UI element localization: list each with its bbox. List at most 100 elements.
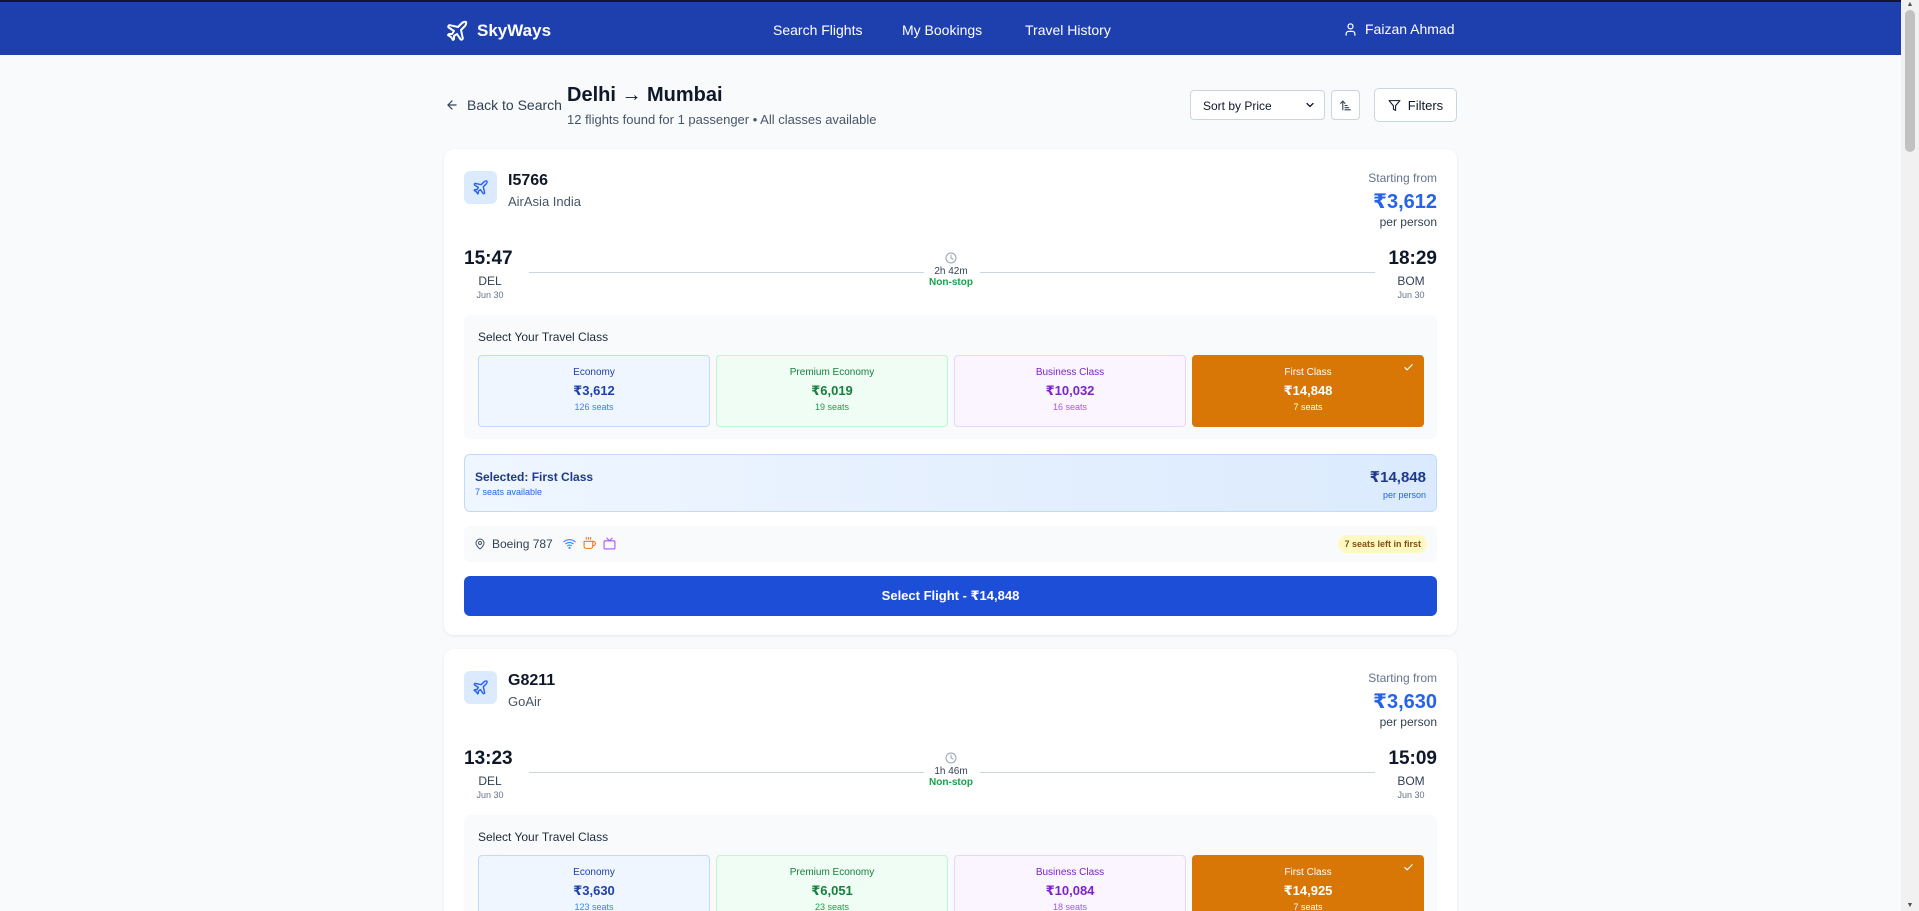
select-flight-button[interactable]: Select Flight - ₹14,848 xyxy=(464,576,1437,616)
airline-name: GoAir xyxy=(508,694,542,709)
flight-card: G8211 GoAir Starting from ₹3,630 per per… xyxy=(444,649,1457,911)
class-option-first[interactable]: First Class ₹14,925 7 seats xyxy=(1192,855,1424,911)
stops-label: Non-stop xyxy=(929,777,973,788)
wifi-icon xyxy=(563,539,576,549)
airline-name: AirAsia India xyxy=(508,194,581,209)
starting-from-label: Starting from xyxy=(1368,171,1437,185)
class-name: Business Class xyxy=(1035,867,1105,878)
clock-icon xyxy=(945,752,957,764)
scrollbar-thumb[interactable] xyxy=(1905,10,1915,152)
departure-airport: DEL xyxy=(478,774,502,788)
nav-travel-history[interactable]: Travel History xyxy=(1025,22,1111,38)
map-pin-icon xyxy=(475,538,485,550)
class-option-economy[interactable]: Economy ₹3,612 126 seats xyxy=(478,355,710,427)
flight-number: I5766 xyxy=(508,172,549,189)
arrival-airport: BOM xyxy=(1397,774,1425,788)
departure-time: 15:47 xyxy=(464,248,513,269)
starting-price: ₹3,612 xyxy=(1373,191,1437,213)
selected-class-seats: 7 seats available xyxy=(475,487,543,497)
stops-label: Non-stop xyxy=(929,277,973,288)
arrival-date: Jun 30 xyxy=(1397,290,1425,300)
back-label: Back to Search xyxy=(467,97,562,113)
seats-left-badge: 7 seats left in first xyxy=(1338,535,1427,553)
aircraft-type: Boeing 787 xyxy=(492,537,553,551)
flight-number: G8211 xyxy=(508,672,556,689)
class-seats: 23 seats xyxy=(814,902,850,911)
chevron-down-icon xyxy=(1306,102,1314,108)
page-title: Delhi → Mumbai xyxy=(567,84,723,106)
class-price: ₹3,630 xyxy=(573,883,615,898)
plane-icon xyxy=(447,20,468,41)
filter-icon xyxy=(1388,99,1401,111)
sort-direction-button[interactable] xyxy=(1331,90,1360,120)
class-price: ₹6,019 xyxy=(811,383,853,398)
class-name: First Class xyxy=(1284,867,1332,878)
class-option-business[interactable]: Business Class ₹10,032 16 seats xyxy=(954,355,1186,427)
class-seats: 19 seats xyxy=(814,402,850,412)
class-option-first[interactable]: First Class ₹14,848 7 seats xyxy=(1192,355,1424,427)
class-option-economy[interactable]: Economy ₹3,630 123 seats xyxy=(478,855,710,911)
sort-select-value: Sort by Price xyxy=(1203,99,1272,113)
per-person-label: per person xyxy=(1382,490,1426,500)
aircraft-info: Boeing 787 xyxy=(474,537,553,551)
scroll-down-arrow-icon[interactable]: ▼ xyxy=(1905,902,1915,910)
airline-logo xyxy=(464,671,497,704)
airline-logo xyxy=(464,171,497,204)
class-option-premium-economy[interactable]: Premium Economy ₹6,019 19 seats xyxy=(716,355,948,427)
class-price: ₹14,925 xyxy=(1283,883,1333,898)
class-seats: 123 seats xyxy=(574,902,614,911)
class-name: Premium Economy xyxy=(789,867,875,878)
flight-card: I5766 AirAsia India Starting from ₹3,612… xyxy=(444,149,1457,635)
tv-icon xyxy=(603,537,616,550)
departure-time: 13:23 xyxy=(464,748,513,769)
scroll-up-arrow-icon[interactable]: ▲ xyxy=(1905,1,1915,9)
travel-class-panel: Select Your Travel Class Economy ₹3,612 … xyxy=(464,315,1437,439)
nav-search-flights[interactable]: Search Flights xyxy=(773,22,862,38)
starting-price: ₹3,630 xyxy=(1373,691,1437,713)
coffee-icon xyxy=(583,537,596,549)
route-line xyxy=(529,772,924,773)
route-line xyxy=(980,272,1375,273)
duration-block: 2h 42m Non-stop xyxy=(921,252,981,288)
brand-name: SkyWays xyxy=(477,21,552,40)
duration-block: 1h 46m Non-stop xyxy=(921,752,981,788)
user-name: Faizan Ahmad xyxy=(1365,21,1455,37)
class-price: ₹3,612 xyxy=(573,383,615,398)
route-line xyxy=(980,772,1375,773)
brand-logo[interactable]: SkyWays xyxy=(445,19,551,43)
route-line xyxy=(529,272,924,273)
class-option-premium-economy[interactable]: Premium Economy ₹6,051 23 seats xyxy=(716,855,948,911)
class-price: ₹10,032 xyxy=(1045,383,1095,398)
arrow-left-icon xyxy=(447,100,457,110)
selected-class-price: ₹14,848 xyxy=(1369,469,1426,486)
user-menu[interactable]: Faizan Ahmad xyxy=(1343,21,1455,37)
plane-icon xyxy=(473,680,488,695)
sort-select[interactable]: Sort by Price xyxy=(1190,90,1325,120)
arrival-time: 18:29 xyxy=(1388,248,1437,269)
departure-date: Jun 30 xyxy=(476,790,504,800)
selected-class-summary: Selected: First Class 7 seats available … xyxy=(464,454,1437,512)
departure-date: Jun 30 xyxy=(476,290,504,300)
class-seats: 7 seats xyxy=(1293,902,1323,911)
filters-label: Filters xyxy=(1407,97,1444,113)
class-name: Premium Economy xyxy=(789,367,875,378)
travel-class-panel: Select Your Travel Class Economy ₹3,630 … xyxy=(464,815,1437,911)
starting-from-label: Starting from xyxy=(1368,671,1437,685)
arrival-date: Jun 30 xyxy=(1397,790,1425,800)
flight-info-bar: Boeing 787 7 seats left in first xyxy=(464,526,1437,562)
sort-ascending-icon xyxy=(1340,100,1351,110)
class-seats: 16 seats xyxy=(1052,402,1088,412)
class-option-business[interactable]: Business Class ₹10,084 18 seats xyxy=(954,855,1186,911)
back-to-search-link[interactable]: Back to Search xyxy=(445,97,562,113)
class-seats: 126 seats xyxy=(574,402,614,412)
class-name: Economy xyxy=(573,867,615,878)
top-navbar: SkyWays Search Flights My Bookings Trave… xyxy=(0,0,1901,55)
class-seats: 7 seats xyxy=(1293,402,1323,412)
flight-duration: 1h 46m xyxy=(934,766,968,777)
class-name: Economy xyxy=(573,367,615,378)
results-summary: 12 flights found for 1 passenger • All c… xyxy=(567,112,877,127)
nav-my-bookings[interactable]: My Bookings xyxy=(902,22,982,38)
filters-button[interactable]: Filters xyxy=(1374,88,1457,122)
class-price: ₹14,848 xyxy=(1283,383,1333,398)
class-panel-title: Select Your Travel Class xyxy=(478,830,609,844)
